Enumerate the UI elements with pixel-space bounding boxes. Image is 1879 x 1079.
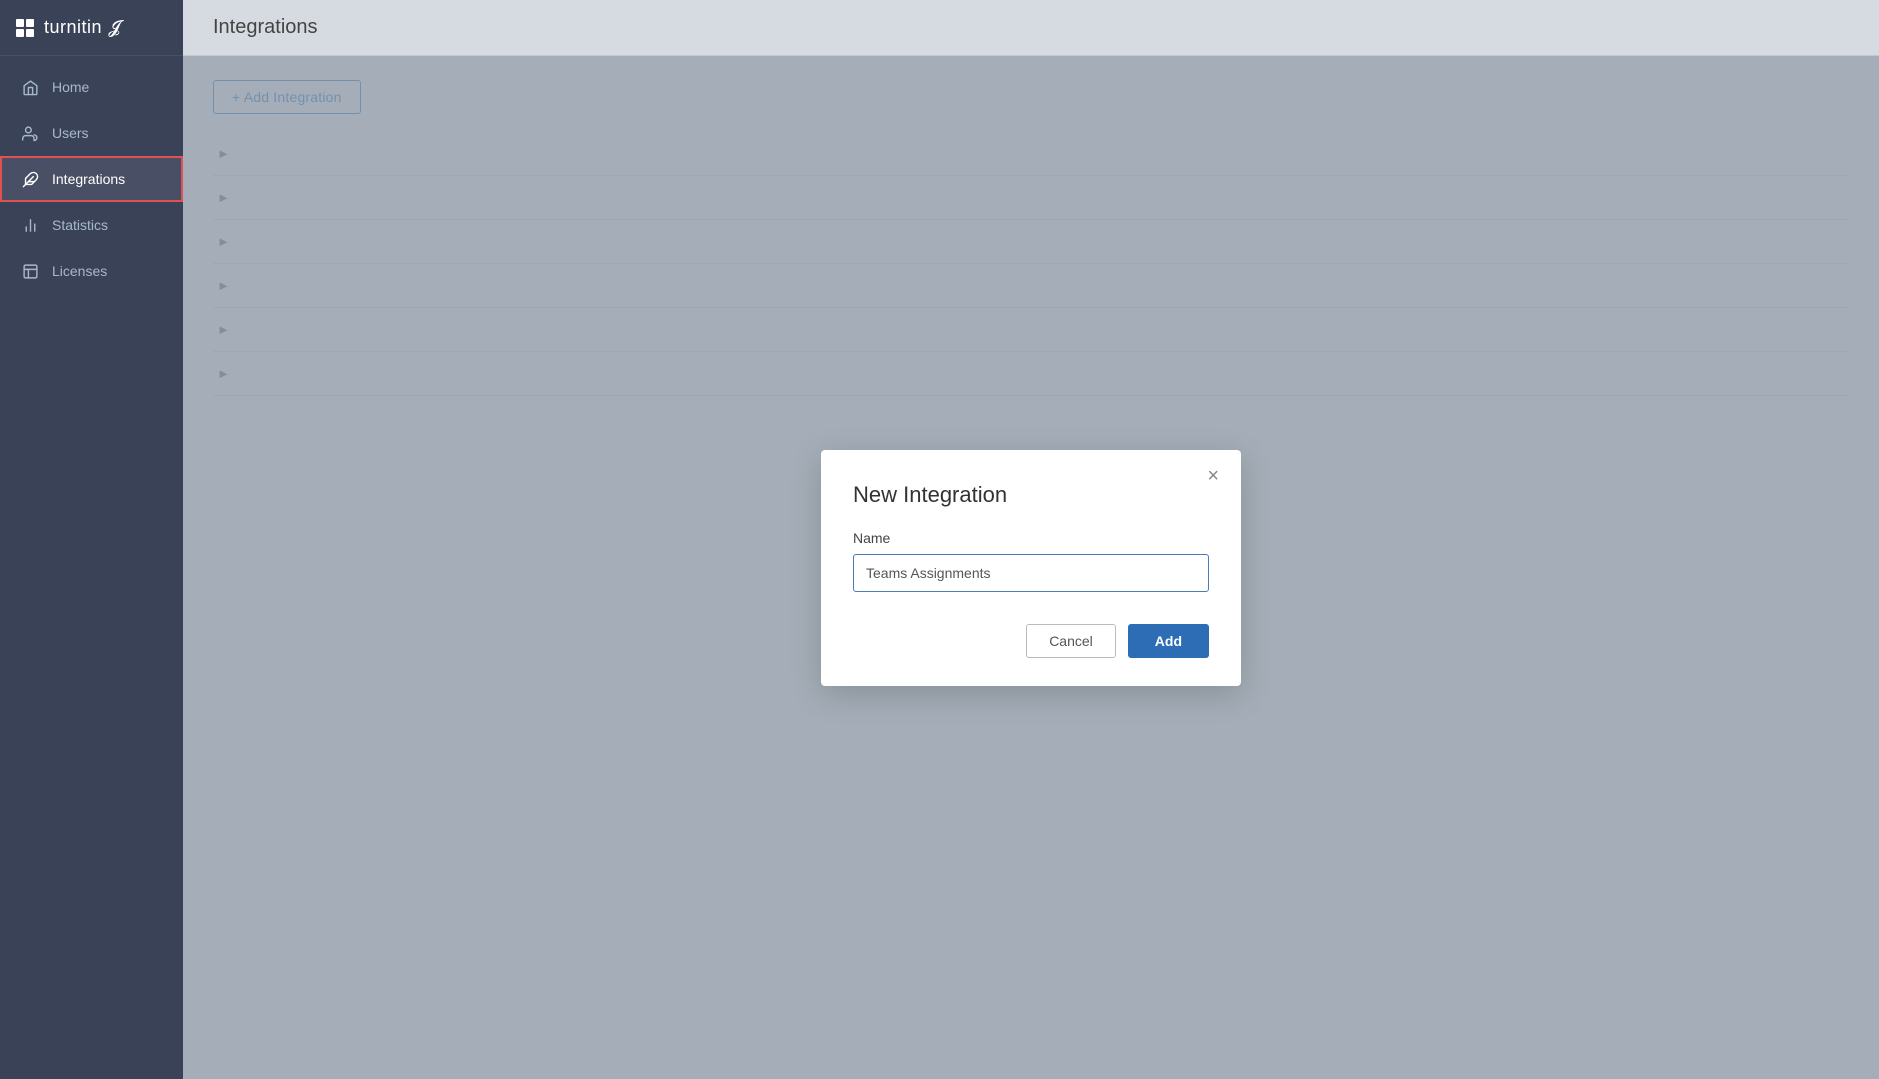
main-content: Integrations + Add Integration ► ► ► ► ►… [183, 0, 1879, 1079]
sidebar: turnitin 𝓙 Home Users Integrations [0, 0, 183, 1079]
modal-close-button[interactable]: × [1201, 464, 1225, 488]
chart-icon [20, 215, 40, 235]
modal-title: New Integration [853, 482, 1209, 508]
sidebar-item-integrations-label: Integrations [52, 171, 125, 187]
sidebar-item-statistics[interactable]: Statistics [0, 202, 183, 248]
sidebar-item-home[interactable]: Home [0, 64, 183, 110]
top-bar: Integrations [183, 0, 1879, 56]
users-icon [20, 123, 40, 143]
license-icon [20, 261, 40, 281]
sidebar-item-users[interactable]: Users [0, 110, 183, 156]
modal-name-label: Name [853, 530, 1209, 546]
grid-icon [16, 19, 34, 37]
sidebar-item-licenses[interactable]: Licenses [0, 248, 183, 294]
integration-name-input[interactable] [853, 554, 1209, 592]
page-title: Integrations [213, 16, 318, 39]
sidebar-item-users-label: Users [52, 125, 89, 141]
sidebar-item-statistics-label: Statistics [52, 217, 108, 233]
modal-dialog: × New Integration Name Cancel Add [821, 450, 1241, 686]
sidebar-nav: Home Users Integrations Statistics Licen [0, 56, 183, 294]
puzzle-icon [20, 169, 40, 189]
cancel-button[interactable]: Cancel [1026, 624, 1116, 658]
modal-overlay: × New Integration Name Cancel Add [183, 56, 1879, 1079]
home-icon [20, 77, 40, 97]
add-button[interactable]: Add [1128, 624, 1209, 658]
sidebar-logo: turnitin 𝓙 [0, 0, 183, 56]
sidebar-item-licenses-label: Licenses [52, 263, 107, 279]
sidebar-item-integrations[interactable]: Integrations [0, 156, 183, 202]
logo-text: turnitin [44, 17, 102, 38]
logo-badge: 𝓙 [108, 17, 120, 38]
sidebar-item-home-label: Home [52, 79, 89, 95]
content-area: + Add Integration ► ► ► ► ► ► × New Inte… [183, 56, 1879, 1079]
modal-actions: Cancel Add [853, 624, 1209, 658]
